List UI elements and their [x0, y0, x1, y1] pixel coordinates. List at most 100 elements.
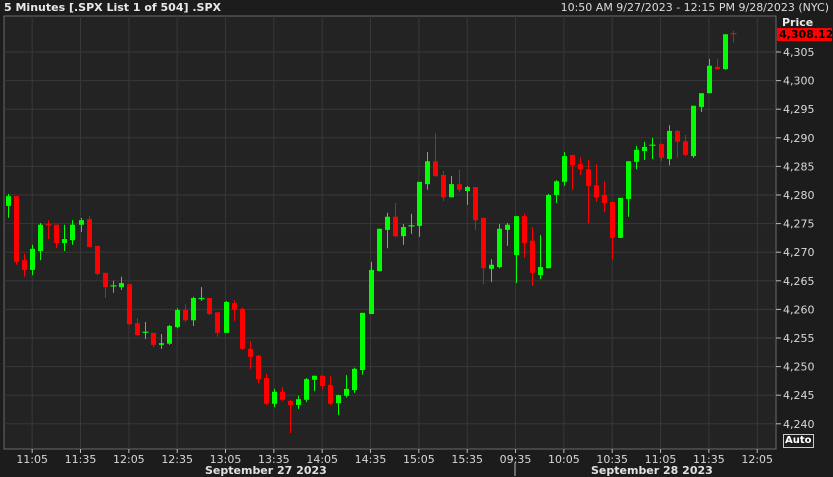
candle: [167, 324, 172, 345]
candle-body: [707, 65, 712, 94]
x-tick-label: 15:35: [451, 453, 483, 466]
x-tick-label: 14:35: [355, 453, 387, 466]
candle: [562, 152, 567, 186]
candle-body: [425, 161, 430, 185]
y-tick-label: 4,260: [783, 303, 815, 316]
date-label-sep28: September 28 2023: [591, 464, 713, 477]
candle-body: [570, 154, 575, 166]
candle-body: [473, 186, 478, 221]
last-price-tag: 4,308.12: [777, 28, 833, 41]
candle: [14, 196, 19, 265]
candle-body: [683, 141, 688, 155]
candle-body: [659, 144, 664, 158]
candle: [691, 105, 696, 158]
candle: [240, 307, 245, 351]
y-tick-label: 4,240: [783, 418, 815, 431]
candle-body: [256, 355, 261, 380]
candle-body: [70, 224, 75, 241]
candle-body: [352, 368, 357, 391]
candle-body: [215, 312, 220, 333]
y-tick-label: 4,290: [783, 132, 815, 145]
candle-body: [401, 227, 406, 237]
x-tick-label: 10:05: [548, 453, 580, 466]
candle-body: [699, 93, 704, 107]
candle-body: [159, 343, 164, 345]
candle-body: [691, 105, 696, 157]
candle-body: [530, 240, 535, 273]
candle-body: [433, 161, 438, 177]
candle: [360, 312, 365, 375]
x-tick-label: 11:05: [16, 453, 48, 466]
candle-body: [634, 149, 639, 162]
candle-body: [344, 388, 349, 396]
candle: [87, 216, 92, 248]
y-tick-label: 4,280: [783, 189, 815, 202]
candle-body: [554, 181, 559, 195]
candle-body: [328, 384, 333, 404]
candle-body: [95, 245, 100, 274]
candle-body: [175, 309, 180, 328]
candle-body: [336, 395, 341, 404]
candle-body: [369, 269, 374, 314]
candle-body: [54, 224, 59, 244]
candle-body: [167, 325, 172, 344]
candle-body: [417, 181, 422, 226]
candle-body: [481, 217, 486, 269]
candle-body: [715, 66, 720, 70]
candle-body: [280, 391, 285, 400]
candle: [546, 193, 551, 269]
y-tick-label: 4,275: [783, 218, 815, 231]
candle-body: [6, 196, 11, 206]
candle-body: [272, 391, 277, 404]
candle: [377, 228, 382, 272]
candle-body: [578, 164, 583, 170]
y-axis: 4,240 4,245 4,250 4,255 4,260 4,265 4,270 4,275…: [776, 46, 815, 431]
candle-body: [312, 375, 317, 380]
candle-body: [505, 224, 510, 230]
candle-body: [264, 378, 269, 404]
candle-body: [224, 301, 229, 333]
candle: [127, 284, 132, 325]
candle-body: [393, 216, 398, 237]
candle-body: [232, 303, 237, 310]
candle-body: [248, 348, 253, 357]
x-tick-label: 12:05: [741, 453, 773, 466]
y-tick-label: 4,305: [783, 46, 815, 59]
grid: [3, 15, 777, 450]
candle-body: [30, 248, 35, 270]
candle-body: [360, 312, 365, 371]
candle-body: [522, 216, 527, 244]
candle-body: [465, 186, 470, 191]
candle-body: [489, 264, 494, 269]
candle-body: [151, 332, 156, 345]
candle-body: [586, 169, 591, 186]
candle-body: [675, 130, 680, 142]
candle-body: [119, 283, 124, 288]
candle-body: [135, 323, 140, 336]
candle-body: [14, 196, 19, 262]
y-tick-label: 4,255: [783, 332, 815, 345]
candle-body: [514, 216, 519, 256]
auto-scale-button[interactable]: Auto: [783, 434, 814, 448]
candle: [497, 224, 502, 269]
candle-body: [610, 201, 615, 238]
y-tick-label: 4,285: [783, 160, 815, 173]
candle-body: [127, 284, 132, 325]
candle-body: [449, 184, 454, 198]
candle-body: [207, 297, 212, 314]
candle-body: [562, 156, 567, 182]
candle: [618, 197, 623, 238]
candle: [441, 170, 446, 202]
candle-body: [546, 195, 551, 269]
candle-body: [602, 195, 607, 204]
candle-body: [38, 224, 43, 252]
candle-body: [191, 297, 196, 321]
candle-body: [103, 272, 108, 288]
candle-body: [497, 228, 502, 268]
candlestick-chart[interactable]: 4,240 4,245 4,250 4,255 4,260 4,265 4,270 4,275…: [0, 0, 833, 476]
y-tick-label: 4,265: [783, 275, 815, 288]
y-tick-label: 4,300: [783, 75, 815, 88]
candle-body: [62, 239, 67, 244]
candle: [304, 378, 309, 403]
candle: [207, 297, 212, 316]
